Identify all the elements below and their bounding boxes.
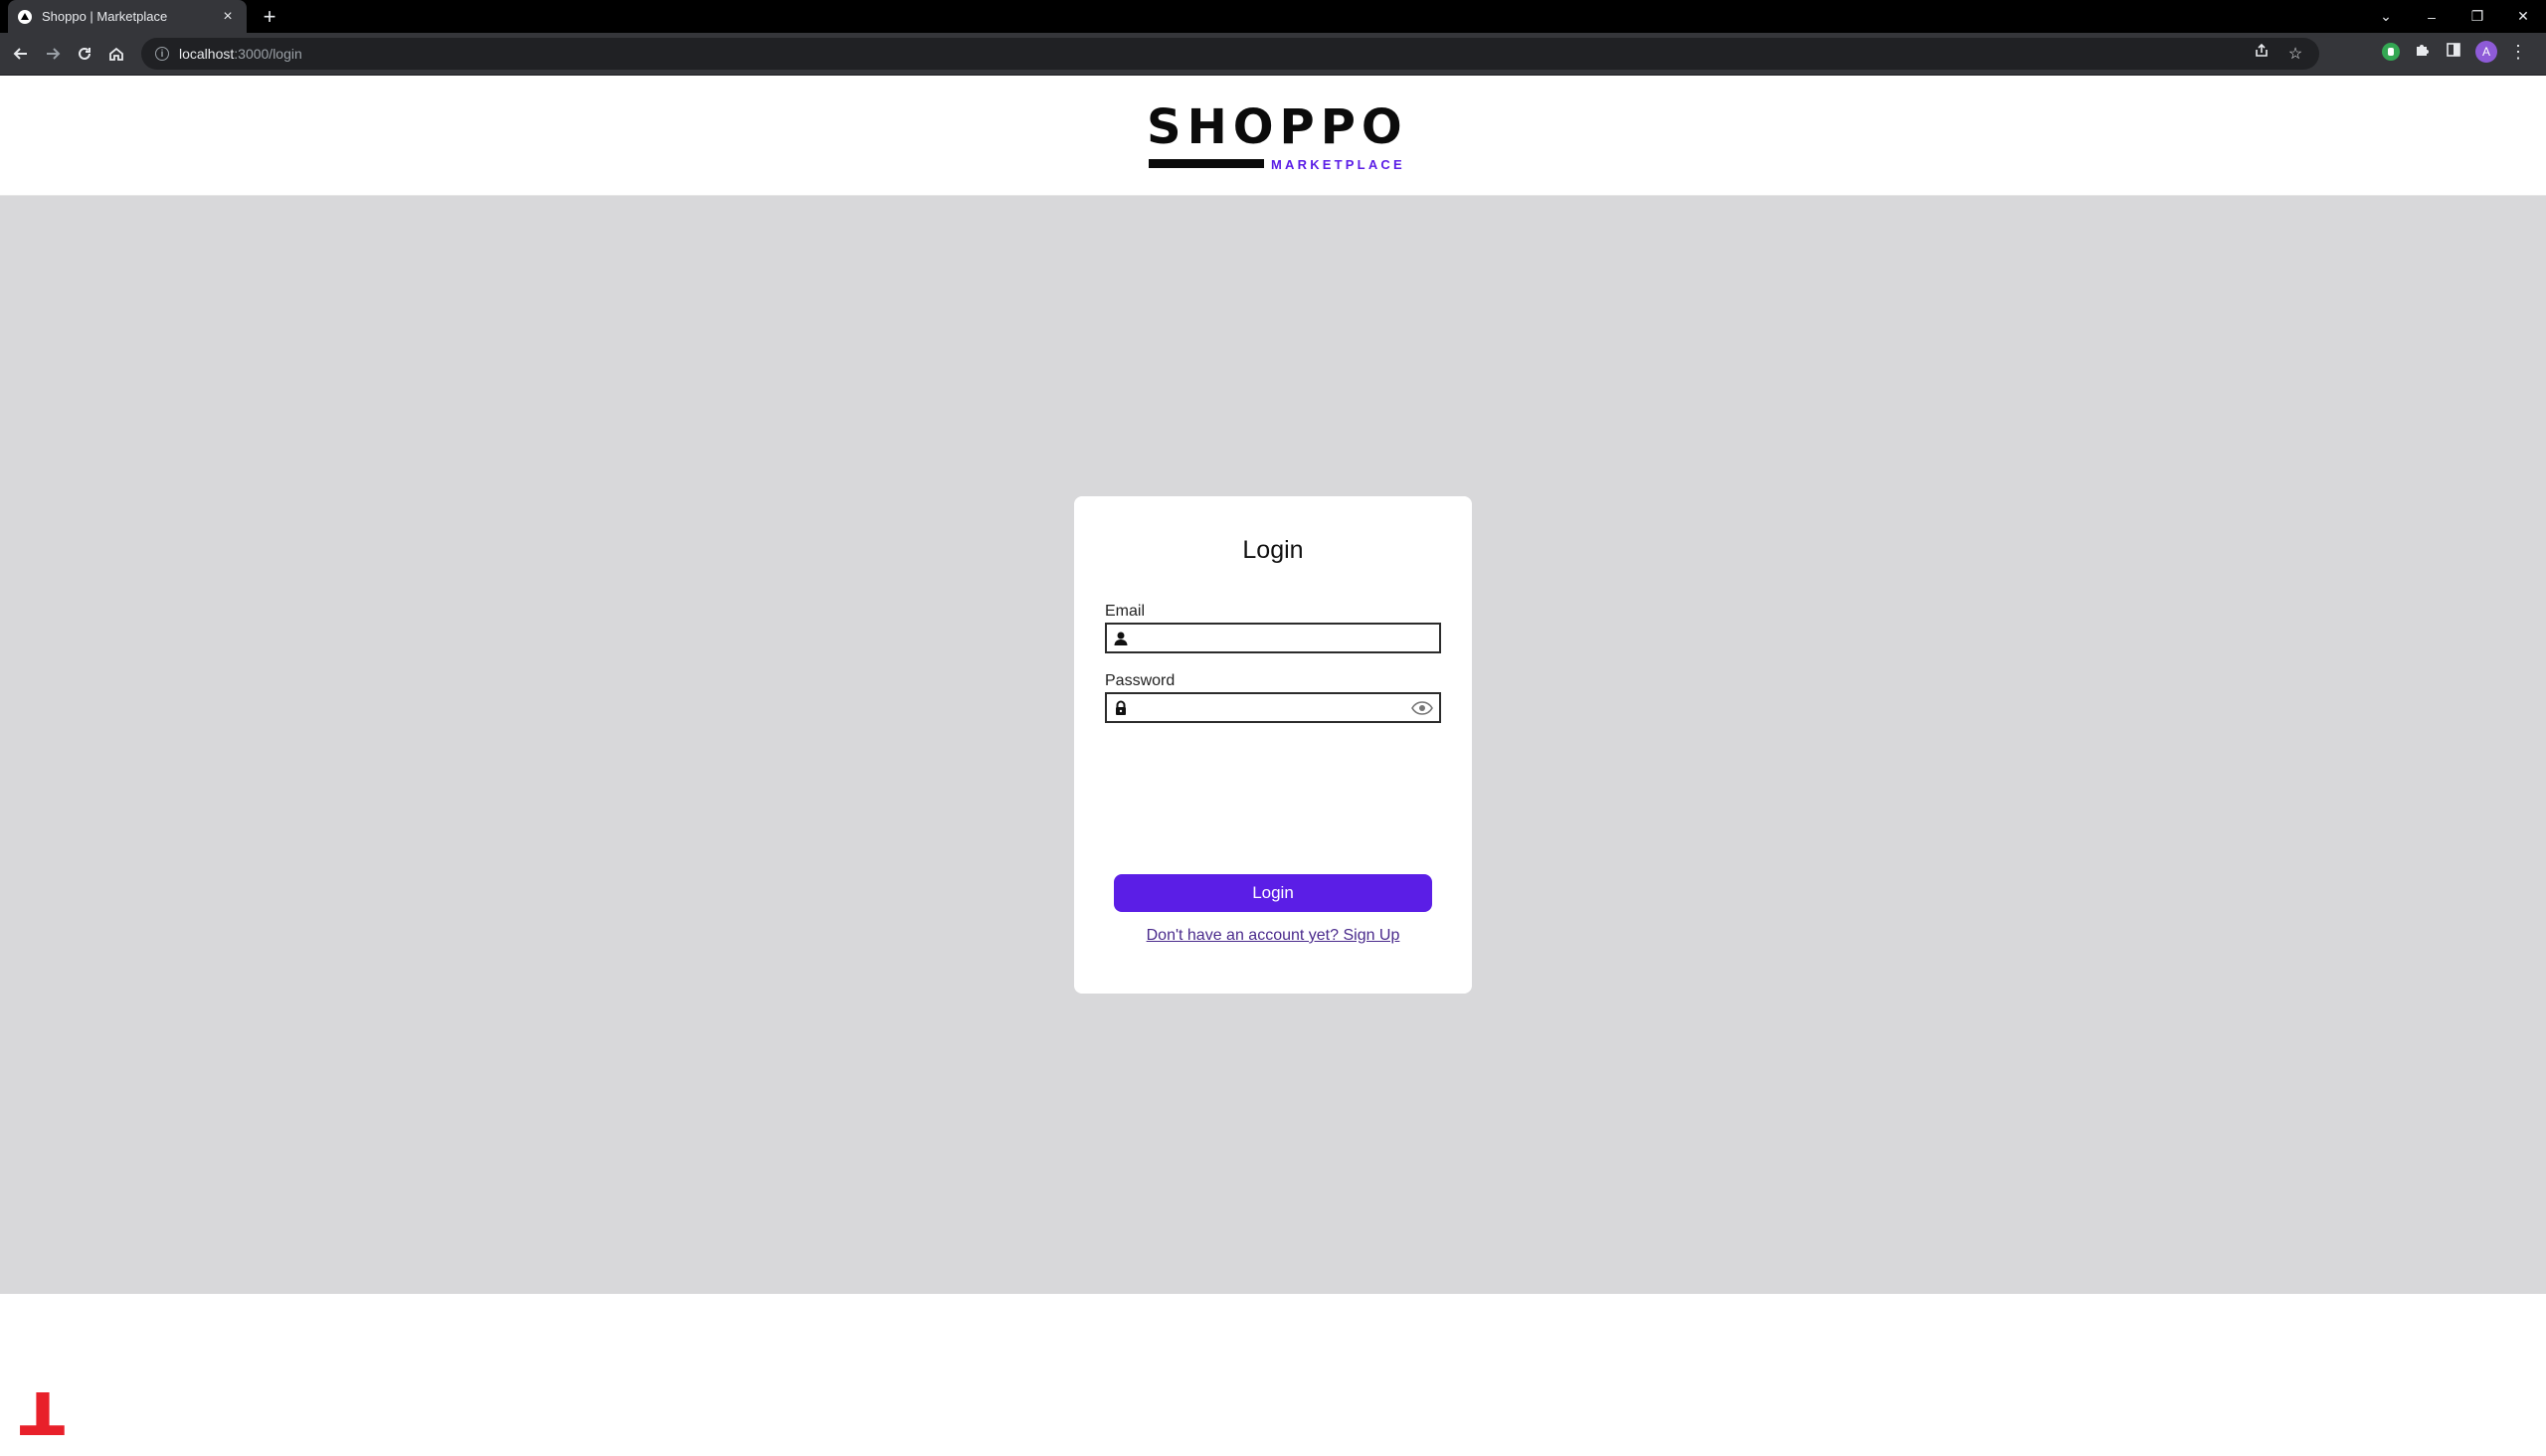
lock-icon [1107,700,1135,716]
sidepanel-icon[interactable] [2444,42,2463,63]
password-label: Password [1105,672,1176,689]
home-icon[interactable] [103,41,129,67]
reload-icon[interactable] [72,41,97,67]
login-card: Login Email Password Login Don't have an… [1074,496,1472,994]
minimize-button[interactable]: – [2409,0,2455,33]
logo-wordmark: SHOPPO [1147,99,1408,155]
password-field-wrapper [1105,692,1441,723]
tab-title: Shoppo | Marketplace [42,9,168,24]
main-content: Login Email Password Login Don't have an… [0,196,2546,1451]
email-field[interactable] [1135,625,1439,651]
tab-search-button[interactable]: ⌄ [2363,0,2409,33]
password-field[interactable] [1135,694,1405,721]
address-bar[interactable]: i localhost:3000/login ☆ [141,38,2319,70]
puzzle-icon[interactable] [2412,42,2432,63]
signup-link[interactable]: Don't have an account yet? Sign Up [1074,927,1472,945]
close-window-button[interactable]: ✕ [2500,0,2546,33]
star-icon[interactable]: ☆ [2285,44,2305,64]
omnibox-actions: ☆ [2252,43,2305,64]
site-header: SHOPPO MARKETPLACE [0,76,2546,196]
forward-icon[interactable] [40,41,66,67]
shoppo-logo[interactable]: SHOPPO MARKETPLACE [1147,99,1408,172]
browser-tab[interactable]: Shoppo | Marketplace × [8,0,247,33]
email-field-wrapper [1105,623,1441,653]
logo-tagline: MARKETPLACE [1271,157,1405,172]
url-host: localhost [179,46,235,62]
new-tab-button[interactable]: + [257,4,282,30]
back-icon[interactable] [8,41,34,67]
url-path: :3000/login [234,46,302,62]
eye-icon[interactable] [1405,700,1439,715]
login-button[interactable]: Login [1114,874,1432,912]
restore-button[interactable]: ❐ [2455,0,2500,33]
email-label: Email [1105,603,1146,620]
menu-icon[interactable]: ⋮ [2509,42,2527,63]
browser-toolbar: i localhost:3000/login ☆ A ⋮ [0,33,2546,76]
extensions-area: A ⋮ [2382,41,2527,63]
user-icon [1107,631,1135,646]
info-icon[interactable]: i [155,47,169,61]
page-footer [0,1294,2546,1392]
tab-close-icon[interactable]: × [219,8,237,26]
share-icon[interactable] [2252,43,2272,64]
window-controls: ⌄ – ❐ ✕ [2363,0,2546,33]
page-title: Login [1242,536,1304,564]
browser-tab-strip: Shoppo | Marketplace × + ⌄ – ❐ ✕ [0,0,2546,33]
logo-bar [1149,159,1264,168]
favicon-icon [18,9,32,24]
extension-icon[interactable] [2382,43,2400,61]
profile-avatar[interactable]: A [2475,41,2497,63]
